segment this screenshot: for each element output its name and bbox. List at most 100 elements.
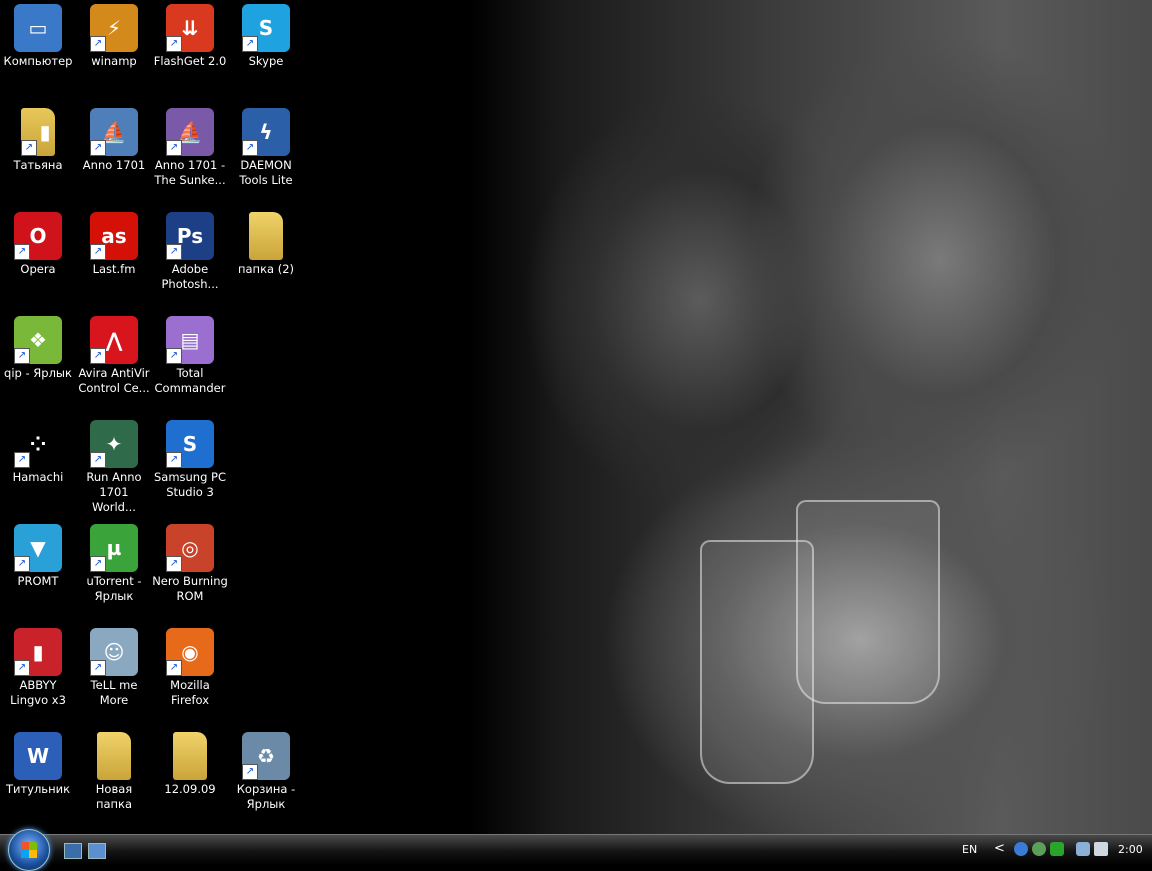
desktop-icon[interactable]: µ ↗ uTorrent - Ярлык [76,520,152,620]
anno-sunken-icon: ⛵ ↗ [166,108,214,156]
desktop-icon[interactable]: S ↗ Samsung PC Studio 3 [152,416,228,516]
utorrent-tray-icon[interactable] [1050,842,1064,856]
shortcut-arrow-icon: ↗ [90,244,106,260]
firefox-icon: ◉ ↗ [166,628,214,676]
shortcut-arrow-icon: ↗ [14,244,30,260]
start-button[interactable] [8,829,50,871]
hamachi-icon: ⁘ ↗ [14,420,62,468]
desktop-icon-label: Samsung PC Studio 3 [153,470,227,499]
qip-icon: ❖ ↗ [14,316,62,364]
computer-icon: ▭ [14,4,62,52]
desktop-icon[interactable]: ❖ ↗ qip - Ярлык [0,312,76,412]
network-connection-icon[interactable] [1076,842,1090,856]
desktop-icon[interactable]: ✦ ↗ Run Anno 1701 World... [76,416,152,516]
clock[interactable]: 2:00 [1118,843,1143,856]
desktop-icon-label: Корзина - Ярлык [236,782,296,811]
desktop-icon[interactable]: ☺ ↗ TeLL me More [76,624,152,724]
desktop-icon[interactable]: ⁘ ↗ Hamachi [0,416,76,516]
switch-windows-icon[interactable] [88,843,106,859]
desktop-icon-label: TeLL me More [90,678,138,707]
desktop-icon[interactable]: 12.09.09 [152,728,228,828]
desktop-icon[interactable]: ▮ ↗ Татьяна [0,104,76,204]
tell-me-more-icon: ☺ ↗ [90,628,138,676]
desktop-icon-label: Anno 1701 - The Sunke... [154,158,226,187]
shortcut-arrow-icon: ↗ [14,556,30,572]
desktop-icon-label: Opera [20,262,56,276]
desktop-icon[interactable]: ⛵ ↗ Anno 1701 - The Sunke... [152,104,228,204]
language-indicator[interactable]: EN [962,843,977,856]
desktop-icon[interactable]: ▮ ↗ ABBYY Lingvo x3 [0,624,76,724]
shortcut-arrow-icon: ↗ [14,452,30,468]
desktop-icon-label: Компьютер [3,54,73,68]
desktop-icon-label: Skype [248,54,284,68]
desktop-icon[interactable]: ⛵ ↗ Anno 1701 [76,104,152,204]
shortcut-arrow-icon: ↗ [90,36,106,52]
desktop-icon[interactable]: ϟ ↗ DAEMON Tools Lite [228,104,304,204]
desktop-icon-label: uTorrent - Ярлык [86,574,142,603]
shortcut-arrow-icon: ↗ [166,140,182,156]
desktop-icon-label: ABBYY Lingvo x3 [10,678,66,707]
shortcut-arrow-icon: ↗ [90,140,106,156]
tray-expand-chevron[interactable]: < [994,841,1005,856]
desktop-icon[interactable]: ▤ ↗ Total Commander [152,312,228,412]
desktop-icon-label: Mozilla Firefox [170,678,210,707]
desktop-icon[interactable]: ⇊ ↗ FlashGet 2.0 [152,0,228,100]
lastfm-icon: as ↗ [90,212,138,260]
desktop-icon[interactable]: папка (2) [228,208,304,308]
icon-glyph: W [26,744,50,768]
desktop-icon-label: Титульник [5,782,71,796]
desktop-icon[interactable]: ◉ ↗ Mozilla Firefox [152,624,228,724]
desktop-icon[interactable]: W Титульник [0,728,76,828]
desktop-icon-label: Hamachi [12,470,64,484]
desktop-icon[interactable]: O ↗ Opera [0,208,76,308]
shortcut-arrow-icon: ↗ [166,452,182,468]
desktop-icon[interactable]: ♻ ↗ Корзина - Ярлык [228,728,304,828]
desktop-icon-label: Татьяна [13,158,63,172]
anno-world-icon: ✦ ↗ [90,420,138,468]
desktop-icon-label: FlashGet 2.0 [153,54,227,68]
network-globe-icon[interactable] [1014,842,1028,856]
winamp-icon: ⚡ ↗ [90,4,138,52]
volume-icon[interactable] [1094,842,1108,856]
desktop-icon[interactable]: as ↗ Last.fm [76,208,152,308]
word-document-icon: W [14,732,62,780]
desktop-icon-label: Anno 1701 [82,158,146,172]
promt-icon: ▼ ↗ [14,524,62,572]
desktop-icon[interactable]: ⋀ ↗ Avira AntiVir Control Ce... [76,312,152,412]
desktop-icon[interactable]: ▼ ↗ PROMT [0,520,76,620]
desktop-icon[interactable]: ◎ ↗ Nero Burning ROM [152,520,228,620]
avira-icon: ⋀ ↗ [90,316,138,364]
flashget-icon: ⇊ ↗ [166,4,214,52]
desktop-icon-label: Run Anno 1701 World... [86,470,142,514]
desktop-icon[interactable]: S ↗ Skype [228,0,304,100]
photoshop-icon: Ps ↗ [166,212,214,260]
icon-glyph [173,732,221,780]
tray-app-icon[interactable] [1032,842,1046,856]
shortcut-arrow-icon: ↗ [166,660,182,676]
nero-icon: ◎ ↗ [166,524,214,572]
shortcut-arrow-icon: ↗ [242,764,258,780]
shortcut-arrow-icon: ↗ [90,660,106,676]
desktop-icon-label: Новая папка [95,782,133,811]
shortcut-arrow-icon: ↗ [90,348,106,364]
desktop-icon[interactable]: ⚡ ↗ winamp [76,0,152,100]
shortcut-arrow-icon: ↗ [242,36,258,52]
desktop-icon[interactable]: ▭ Компьютер [0,0,76,100]
windows-logo-icon-lower [21,850,37,858]
total-commander-icon: ▤ ↗ [166,316,214,364]
folder-icon [97,732,131,780]
desktop-icon[interactable]: Ps ↗ Adobe Photosh... [152,208,228,308]
skype-icon: S ↗ [242,4,290,52]
desktop-icon[interactable]: Новая папка [76,728,152,828]
samsung-pc-studio-icon: S ↗ [166,420,214,468]
shortcut-arrow-icon: ↗ [14,660,30,676]
desktop-icon-label: winamp [91,54,137,68]
daemon-tools-icon: ϟ ↗ [242,108,290,156]
icon-glyph: ▭ [28,16,48,40]
show-desktop-icon[interactable] [64,843,82,859]
shortcut-arrow-icon: ↗ [166,348,182,364]
anno-icon: ⛵ ↗ [90,108,138,156]
desktop-icon-label: DAEMON Tools Lite [239,158,293,187]
recycle-bin-icon: ♻ ↗ [242,732,290,780]
shortcut-arrow-icon: ↗ [166,36,182,52]
